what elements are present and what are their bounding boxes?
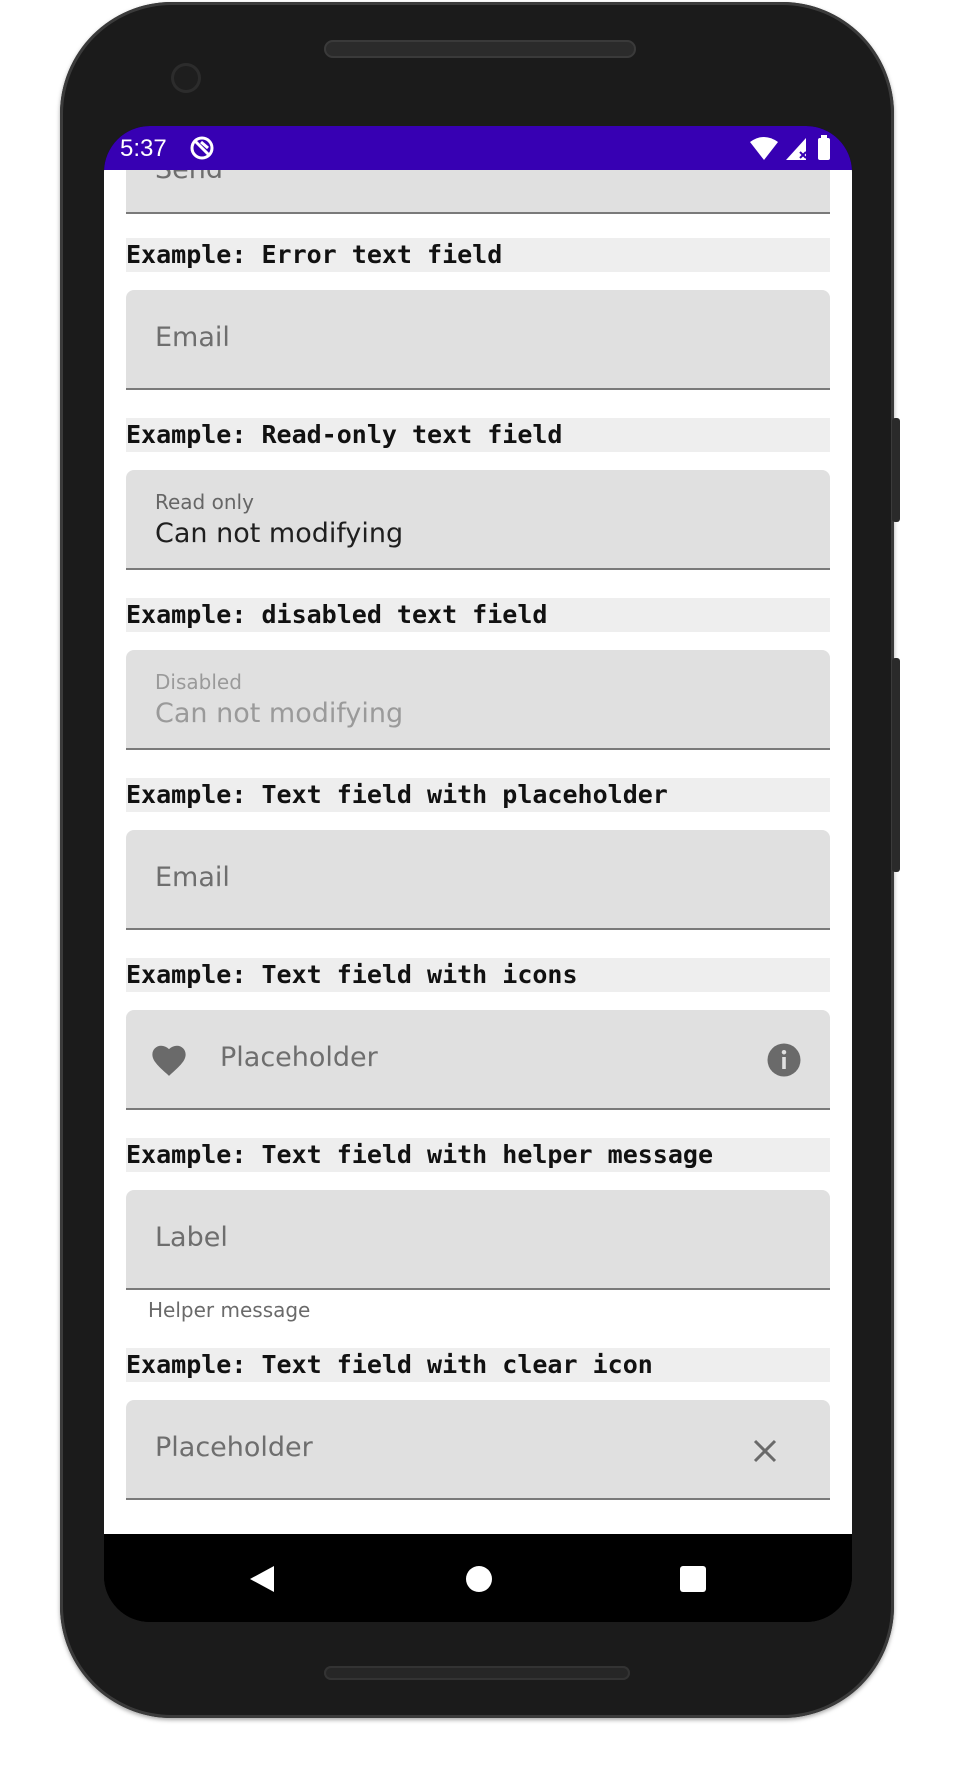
status-time: 5:37 [120,135,167,162]
info-icon[interactable] [766,1042,802,1078]
readonly-value: Can not modifying [155,518,404,549]
recents-icon[interactable] [680,1566,706,1592]
volume-button [892,418,900,522]
wifi-icon [750,137,778,160]
send-field-text: Send [155,170,223,185]
helper-message: Helper message [148,1298,311,1322]
earpiece-speaker [324,40,636,58]
readonly-label: Read only [155,490,254,514]
bottom-speaker [324,1666,630,1680]
email-field-error[interactable]: Email [126,290,830,390]
status-bar: 5:37 [104,126,852,170]
clear-field-placeholder: Placeholder [155,1432,313,1463]
example-title-icons: Example: Text field with icons [126,958,830,992]
power-button [892,658,900,872]
disabled-label: Disabled [155,670,242,694]
send-field[interactable]: Send [126,170,830,214]
front-camera [171,63,201,93]
readonly-field[interactable]: Read only Can not modifying [126,470,830,570]
email-placeholder: Email [155,862,230,893]
example-title-error: Example: Error text field [126,238,830,272]
device-screen: 5:37 Send Example: Error text field Emai… [104,126,852,1622]
example-title-disabled: Example: disabled text field [126,598,830,632]
example-title-readonly: Example: Read-only text field [126,418,830,452]
email-field-placeholder[interactable]: Email [126,830,830,930]
back-icon[interactable] [248,1564,276,1594]
icon-field[interactable]: Placeholder [126,1010,830,1110]
status-icons [750,135,830,160]
screen-content: Send Example: Error text field Email Exa… [104,170,852,1534]
example-title-helper: Example: Text field with helper message [126,1138,830,1172]
clear-field[interactable]: Placeholder [126,1400,830,1500]
disabled-field: Disabled Can not modifying [126,650,830,750]
example-title-placeholder: Example: Text field with placeholder [126,778,830,812]
navigation-bar [104,1534,852,1622]
disabled-value: Can not modifying [155,698,404,729]
label-field-label: Label [155,1222,228,1253]
email-label: Email [155,322,230,353]
close-icon[interactable] [750,1436,780,1466]
example-title-clear: Example: Text field with clear icon [126,1348,830,1382]
signal-icon [786,138,806,160]
home-icon[interactable] [466,1566,492,1592]
label-field[interactable]: Label [126,1190,830,1290]
sync-icon [190,136,214,160]
icon-field-placeholder: Placeholder [220,1042,378,1073]
heart-icon [152,1045,186,1076]
battery-icon [818,138,830,160]
